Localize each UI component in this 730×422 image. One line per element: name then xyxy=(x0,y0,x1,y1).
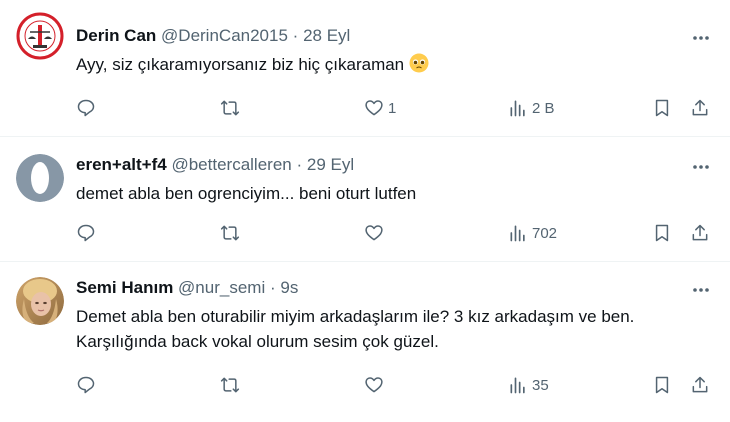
tweet-text-line: Demet abla ben oturabilir miyim arkadaşl… xyxy=(76,307,635,326)
tweet[interactable]: Semi Hanım @nur_semi · 9s Demet abla ben… xyxy=(0,262,730,422)
share-icon xyxy=(692,99,708,116)
avatar[interactable] xyxy=(16,154,64,202)
bookmark-icon xyxy=(655,376,669,394)
view-count: 35 xyxy=(532,376,549,394)
bookmark-icon xyxy=(655,99,669,117)
more-options-icon[interactable] xyxy=(690,28,712,48)
share-button[interactable] xyxy=(690,221,710,245)
views-button[interactable]: 2 B xyxy=(508,96,555,120)
separator: · xyxy=(292,26,299,45)
views-chart-icon xyxy=(510,225,525,242)
view-count: 2 B xyxy=(532,99,555,117)
retweet-button[interactable] xyxy=(220,96,240,120)
avatar[interactable] xyxy=(16,12,64,60)
tweet-text: demet abla ben ogrenciyim... beni oturt … xyxy=(76,184,417,203)
avatar[interactable] xyxy=(16,277,64,325)
reply-icon xyxy=(77,376,95,394)
reply-button[interactable] xyxy=(76,221,96,245)
reply-button[interactable] xyxy=(76,373,96,397)
more-options-icon[interactable] xyxy=(690,157,712,177)
author-handle[interactable]: @bettercalleren xyxy=(171,155,291,174)
default-oval-avatar-icon xyxy=(16,154,64,202)
bookmark-button[interactable] xyxy=(652,221,672,245)
tweet-text: Demet abla ben oturabilir miyim arkadaşl… xyxy=(76,304,714,354)
timestamp[interactable]: 9s xyxy=(280,278,298,297)
tweet[interactable]: Derin Can @DerinCan2015 · 28 Eyl Ayy, si… xyxy=(0,0,730,137)
reply-icon xyxy=(77,99,95,117)
justice-party-seal-icon xyxy=(16,12,64,60)
retweet-icon xyxy=(220,225,240,241)
view-count: 702 xyxy=(532,224,558,242)
like-button[interactable] xyxy=(364,373,388,397)
views-chart-icon xyxy=(510,377,525,394)
like-count: 1 xyxy=(388,99,397,117)
views-chart-icon xyxy=(510,100,525,117)
bookmark-icon xyxy=(655,224,669,242)
bookmark-button[interactable] xyxy=(652,373,672,397)
separator: · xyxy=(269,278,276,297)
views-button[interactable]: 702 xyxy=(508,221,557,245)
tweet-text: Ayy, siz çıkaramıyorsanız biz hiç çıkara… xyxy=(76,52,714,77)
share-icon xyxy=(692,376,708,393)
author-name[interactable]: Semi Hanım xyxy=(76,278,173,297)
retweet-button[interactable] xyxy=(220,221,240,245)
heart-icon xyxy=(365,225,383,241)
timestamp[interactable]: 28 Eyl xyxy=(303,26,350,45)
share-button[interactable] xyxy=(690,373,710,397)
views-button[interactable]: 35 xyxy=(508,373,549,397)
author-handle[interactable]: @DerinCan2015 xyxy=(161,26,288,45)
reply-icon xyxy=(77,224,95,242)
profile-photo-avatar xyxy=(16,277,64,325)
like-button[interactable] xyxy=(364,221,388,245)
like-button[interactable]: 1 xyxy=(364,96,396,120)
retweet-button[interactable] xyxy=(220,373,240,397)
author-name[interactable]: Derin Can xyxy=(76,26,156,45)
bookmark-button[interactable] xyxy=(652,96,672,120)
heart-icon xyxy=(365,100,383,116)
separator: · xyxy=(296,155,303,174)
author-handle[interactable]: @nur_semi xyxy=(178,278,265,297)
pleading-face-emoji xyxy=(409,53,429,73)
more-options-icon[interactable] xyxy=(690,280,712,300)
tweet-text-line: Karşılığında back vokal olurum sesim çok… xyxy=(76,332,439,351)
retweet-icon xyxy=(220,377,240,393)
tweet-text-content: Ayy, siz çıkaramıyorsanız biz hiç çıkara… xyxy=(76,55,405,74)
reply-button[interactable] xyxy=(76,96,96,120)
timestamp[interactable]: 29 Eyl xyxy=(307,155,354,174)
share-button[interactable] xyxy=(690,96,710,120)
tweet[interactable]: eren+alt+f4 @bettercalleren · 29 Eyl dem… xyxy=(0,137,730,262)
heart-icon xyxy=(365,377,383,393)
retweet-icon xyxy=(220,100,240,116)
share-icon xyxy=(692,224,708,241)
author-name[interactable]: eren+alt+f4 xyxy=(76,155,167,174)
